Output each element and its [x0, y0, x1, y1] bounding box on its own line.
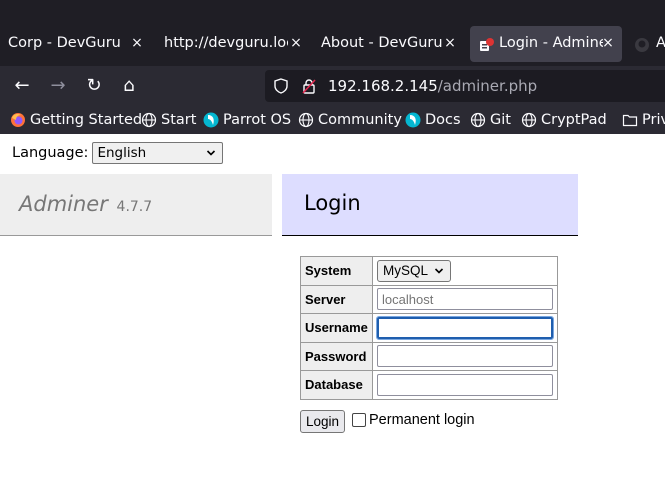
reload-icon[interactable]: ↻: [84, 76, 104, 96]
address-bar[interactable]: 192.168.2.145/adminer.php: [265, 70, 665, 102]
bookmark-cryptpad[interactable]: CryptPad: [521, 109, 607, 131]
permanent-login[interactable]: Permanent login: [352, 412, 475, 428]
username-input[interactable]: [376, 315, 554, 340]
folder-icon: [622, 114, 638, 127]
tab-title: Corp - DevGuru: [8, 35, 121, 51]
tab-strip: Corp - DevGuru × http://devguru.loca × A…: [0, 0, 665, 66]
language-switcher: Language: English: [12, 142, 224, 164]
close-icon[interactable]: ×: [443, 35, 457, 53]
username-label: Username: [300, 313, 373, 343]
close-icon[interactable]: ×: [130, 35, 144, 53]
navigation-toolbar: ← → ↻ ⌂ 192.168.2.145/adminer.php: [0, 66, 665, 106]
home-icon[interactable]: ⌂: [119, 76, 139, 96]
page-content: Language: English Adminer 4.7.7 Login Sy…: [0, 134, 665, 490]
bookmark-label: Start: [161, 112, 197, 128]
globe-icon: [470, 112, 486, 128]
bookmark-label: Git: [490, 112, 511, 128]
bookmark-community[interactable]: Community: [298, 109, 402, 131]
bookmark-getting-started[interactable]: Getting Started: [10, 109, 142, 131]
login-button[interactable]: Login: [300, 410, 345, 433]
app-version: 4.7.7: [116, 199, 153, 215]
url-path: /adminer.php: [437, 77, 538, 95]
url-text[interactable]: 192.168.2.145/adminer.php: [328, 77, 537, 95]
server-label: Server: [300, 284, 373, 314]
url-host: 192.168.2.145: [328, 77, 438, 95]
bookmarks-toolbar: Getting Started Start Parrot OS Communit…: [0, 106, 665, 134]
bookmark-parrot-os[interactable]: Parrot OS: [203, 109, 291, 131]
insecure-lock-icon[interactable]: [301, 78, 317, 94]
globe-icon: [521, 112, 537, 128]
tab-title: About - DevGuru: [321, 35, 443, 51]
bookmark-start[interactable]: Start: [141, 109, 196, 131]
form-row-password: Password: [300, 341, 558, 371]
chevron-down-icon: [207, 150, 216, 156]
server-cell: localhost: [372, 284, 558, 314]
form-row-server: Server localhost: [300, 284, 558, 314]
bookmark-git[interactable]: Git: [470, 109, 511, 131]
system-select[interactable]: MySQL: [377, 259, 451, 282]
language-select[interactable]: English: [92, 142, 224, 164]
close-icon[interactable]: ×: [289, 35, 303, 53]
github-favicon-icon: [635, 38, 649, 52]
form-row-system: System MySQL: [300, 256, 558, 286]
close-icon[interactable]: ×: [601, 35, 615, 53]
database-label: Database: [300, 370, 373, 400]
system-cell: MySQL: [372, 256, 558, 286]
parrot-icon: [203, 112, 219, 128]
adminer-header: Adminer 4.7.7: [0, 174, 272, 236]
bookmark-label: Parrot OS: [223, 112, 292, 128]
login-form: System MySQL Server localhost Username P…: [300, 256, 558, 400]
app-title[interactable]: Adminer 4.7.7: [19, 192, 152, 216]
bookmark-label: Community: [318, 112, 402, 128]
globe-icon: [298, 112, 314, 128]
firefox-icon: [11, 113, 25, 127]
tab-title: A: [656, 35, 665, 51]
permanent-login-checkbox[interactable]: [352, 413, 366, 427]
app-name: Adminer: [19, 192, 108, 216]
tab-partial[interactable]: A: [630, 26, 665, 62]
tab-title: Login - Adminer: [499, 35, 603, 51]
password-label: Password: [300, 341, 373, 371]
bookmark-label: Docs: [425, 112, 461, 128]
username-cell: [372, 313, 558, 343]
form-row-database: Database: [300, 370, 558, 400]
password-cell: [372, 341, 558, 371]
bookmark-label: Getting Started: [30, 112, 143, 128]
system-label: System: [300, 256, 373, 286]
system-value: MySQL: [383, 263, 429, 279]
language-label: Language:: [12, 145, 89, 161]
login-header: Login: [282, 174, 578, 236]
password-input[interactable]: [377, 345, 553, 368]
bookmark-label: CryptPad: [541, 112, 607, 128]
tab-corp-devguru[interactable]: Corp - DevGuru ×: [0, 26, 155, 62]
bookmark-folder-private[interactable]: Priv: [622, 109, 665, 131]
database-input[interactable]: [377, 373, 553, 396]
server-input[interactable]: localhost: [377, 288, 553, 311]
tab-about-devguru[interactable]: About - DevGuru ×: [313, 26, 468, 62]
parrot-icon: [405, 112, 421, 128]
permanent-login-label: Permanent login: [369, 412, 475, 428]
chevron-down-icon: [434, 268, 444, 274]
forward-icon[interactable]: →: [48, 76, 68, 96]
page-title: Login: [304, 191, 361, 215]
back-icon[interactable]: ←: [12, 76, 32, 96]
form-row-username: Username: [300, 313, 558, 343]
tab-title: http://devguru.loca: [164, 35, 288, 51]
globe-icon: [141, 112, 157, 128]
database-cell: [372, 370, 558, 400]
shield-icon[interactable]: [273, 78, 289, 94]
tab-devguru-local[interactable]: http://devguru.loca ×: [156, 26, 311, 62]
tab-login-adminer[interactable]: Login - Adminer ×: [470, 26, 622, 62]
language-value: English: [97, 145, 147, 161]
adminer-favicon-icon: [480, 38, 494, 51]
bookmark-docs[interactable]: Docs: [405, 109, 461, 131]
bookmark-label: Priv: [642, 112, 665, 128]
